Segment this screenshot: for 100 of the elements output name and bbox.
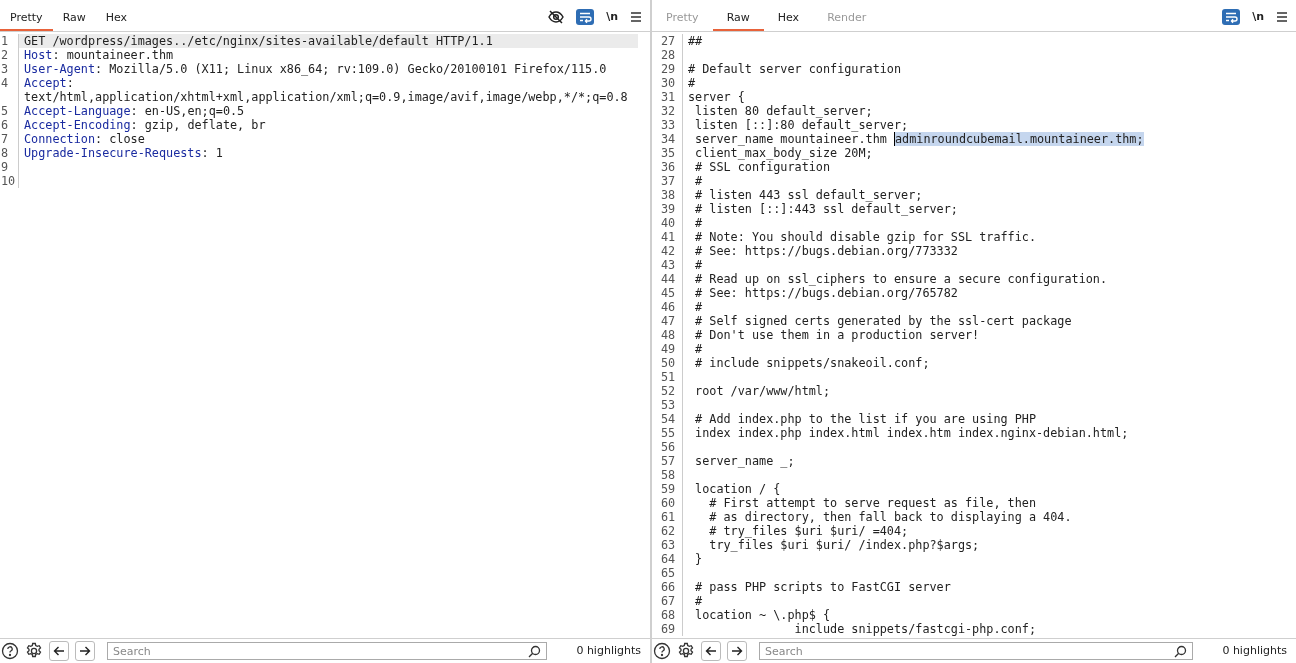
hidden-eye-icon[interactable]: [548, 8, 565, 25]
line-number: 8: [0, 146, 19, 160]
line-number: 32: [652, 104, 683, 118]
line-number: 46: [652, 300, 683, 314]
header-value: en-US,en;q=0.5: [144, 104, 245, 118]
line-number: 6: [0, 118, 19, 132]
newline-toggle[interactable]: \n: [606, 8, 618, 25]
forward-button[interactable]: [75, 641, 95, 661]
line-number: 69: [652, 622, 683, 636]
code-text: location ~ \.php$ {: [694, 608, 831, 622]
menu-icon[interactable]: [1276, 10, 1288, 23]
header-value: text/html,application/xhtml+xml,application/xml;q=0.9,image/avif,image/webp,*/*;q=0.8: [24, 90, 628, 104]
menu-icon[interactable]: [630, 10, 642, 23]
code-text: #: [688, 76, 696, 90]
line-number: 55: [652, 426, 683, 440]
tab[interactable]: Pretty: [0, 8, 53, 31]
line-number: 3: [0, 62, 19, 76]
code-text: #: [694, 216, 703, 230]
line-number: 36: [652, 160, 683, 174]
forward-button[interactable]: [727, 641, 747, 661]
code-text: # Read up on ssl_ciphers to ensure a secure configuration.: [694, 272, 1108, 286]
line-number: 2: [0, 48, 19, 62]
line-number: 50: [652, 356, 683, 370]
code-text: # include snippets/snakeoil.conf;: [694, 356, 930, 370]
header-value: mountaineer.thm: [66, 48, 174, 62]
code-text: # Default server configuration: [688, 62, 902, 76]
code-text: #: [694, 342, 703, 356]
colon: :: [201, 146, 209, 160]
code-text: # Self signed certs generated by the ssl-cert package: [694, 314, 1072, 328]
line-number: 53: [652, 398, 683, 412]
tab[interactable]: Hex: [95, 8, 138, 31]
tab[interactable]: Raw: [712, 8, 764, 31]
colon: :: [66, 76, 74, 90]
search-field[interactable]: Search: [107, 642, 547, 660]
search-icon: [528, 645, 541, 658]
line-number: 63: [652, 538, 683, 552]
code-text: listen 80 default_server;: [694, 104, 873, 118]
code-text: location / {: [694, 482, 781, 496]
line-number: 59: [652, 482, 683, 496]
line-number: 7: [0, 132, 19, 146]
back-button[interactable]: [49, 641, 69, 661]
line-number: 57: [652, 454, 683, 468]
line-number: 34: [652, 132, 683, 146]
search-field[interactable]: Search: [759, 642, 1193, 660]
line-number: 30: [652, 76, 683, 90]
settings-icon[interactable]: [677, 642, 695, 660]
header-value: gzip, deflate, br: [144, 118, 266, 132]
line-number: 38: [652, 188, 683, 202]
line-number: 48: [652, 328, 683, 342]
line-number: 5: [0, 104, 19, 118]
line-number: 39: [652, 202, 683, 216]
code-text: # Add index.php to the list if you are using PHP: [694, 412, 1036, 426]
code-text: # SSL configuration: [694, 160, 831, 174]
line-number: 37: [652, 174, 683, 188]
header-name: User-Agent: [24, 62, 96, 76]
colon: :: [95, 132, 103, 146]
code-text: client_max_body_size 20M;: [694, 146, 873, 160]
header-name: Upgrade-Insecure-Requests: [24, 146, 202, 160]
code-text: server {: [688, 90, 745, 104]
word-wrap-icon[interactable]: [1222, 8, 1241, 25]
code-text: include snippets/fastcgi-php.conf;: [793, 622, 1036, 636]
line-number: 41: [652, 230, 683, 244]
help-icon[interactable]: [653, 642, 671, 660]
line-number: 62: [652, 524, 683, 538]
code-text: # listen [::]:443 ssl default_server;: [694, 202, 958, 216]
tab[interactable]: Raw: [52, 8, 96, 31]
line-number: 33: [652, 118, 683, 132]
code-text: #: [694, 258, 703, 272]
code-text: server_name _;: [694, 454, 795, 468]
line-number: 40: [652, 216, 683, 230]
line-number: 45: [652, 286, 683, 300]
header-value: 1: [215, 146, 223, 160]
colon: :: [52, 48, 60, 62]
right-arrow-icon: [79, 645, 91, 657]
settings-icon[interactable]: [25, 642, 43, 660]
word-wrap-icon[interactable]: [576, 8, 595, 25]
line-number: 60: [652, 496, 683, 510]
code-text: ##: [688, 34, 703, 48]
code-text: #: [694, 300, 703, 314]
line-number: 58: [652, 468, 683, 482]
line-number: 29: [652, 62, 683, 76]
header-name: Accept: [24, 76, 67, 90]
code-text: #: [694, 594, 703, 608]
line-number: 52: [652, 384, 683, 398]
line-number: 28: [652, 48, 683, 62]
left-arrow-icon: [705, 645, 717, 657]
line-number: 42: [652, 244, 683, 258]
newline-toggle[interactable]: \n: [1252, 8, 1264, 25]
line-number: 43: [652, 258, 683, 272]
search-icon: [1174, 645, 1187, 658]
line-number: 64: [652, 552, 683, 566]
line-number: 68: [652, 608, 683, 622]
header-value: close: [109, 132, 145, 146]
header-name: Accept-Language: [24, 104, 131, 118]
code-text: # listen 443 ssl default_server;: [694, 188, 923, 202]
tab[interactable]: Hex: [763, 8, 814, 31]
code-text: root /var/www/html;: [694, 384, 831, 398]
colon: :: [130, 104, 138, 118]
back-button[interactable]: [701, 641, 721, 661]
help-icon[interactable]: [1, 642, 19, 660]
